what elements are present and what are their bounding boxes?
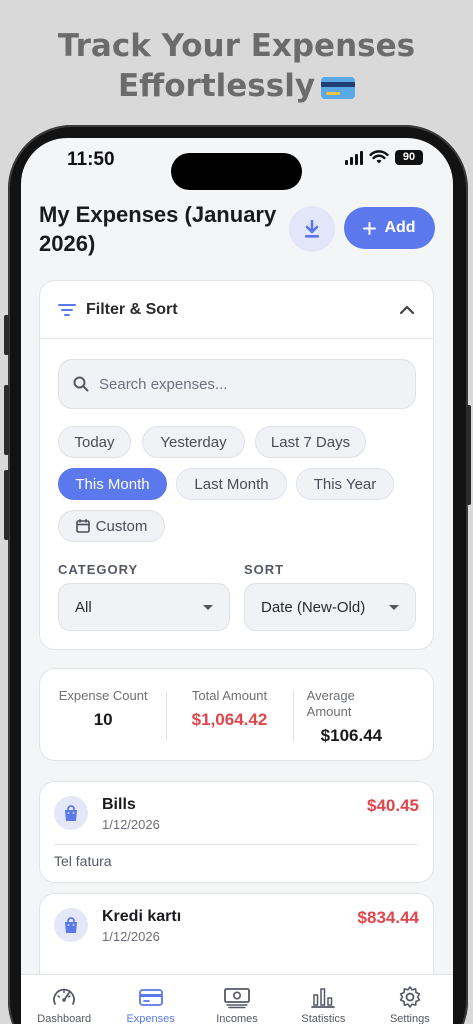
gear-icon [399, 986, 421, 1008]
tab-dashboard-label: Dashboard [37, 1013, 92, 1024]
gauge-icon [53, 988, 76, 1005]
page-title: My Expenses (January 2026) [39, 202, 277, 256]
add-expense-button[interactable]: Add [344, 207, 435, 249]
bottom-tab-bar: Dashboard Expenses Incomes Statistics Se… [21, 974, 453, 1024]
tab-statistics-label: Statistics [301, 1013, 346, 1024]
shopping-bag-icon [54, 796, 88, 830]
promo-headline: Track Your Expenses Effortlessly [0, 26, 473, 106]
expense-date: 1/12/2026 [102, 929, 160, 944]
battery-indicator: 90 [395, 150, 423, 165]
filter-sort-header[interactable]: Filter & Sort [40, 281, 433, 339]
chip-yesterday[interactable]: Yesterday [142, 426, 245, 458]
summary-stats: Expense Count 10 Total Amount $1,064.42 … [39, 668, 434, 761]
chip-custom-label: Custom [95, 517, 148, 535]
dropdown-caret-icon [203, 604, 213, 610]
chip-custom[interactable]: Custom [58, 510, 165, 542]
signal-icon [345, 150, 363, 165]
tab-expenses-label: Expenses [126, 1013, 175, 1024]
chip-this-year[interactable]: This Year [296, 468, 394, 500]
dynamic-island [171, 153, 302, 190]
chip-last-7-days[interactable]: Last 7 Days [255, 426, 366, 458]
stat-count-value: 10 [93, 710, 113, 729]
tab-statistics[interactable]: Statistics [280, 975, 366, 1024]
credit-card-icon [138, 989, 163, 1006]
expense-note: Tel fatura [54, 853, 112, 869]
tab-incomes[interactable]: Incomes [194, 975, 280, 1024]
stat-total-amount: Total Amount $1,064.42 [166, 669, 292, 760]
phone-volume-up-button [4, 385, 9, 455]
expense-amount: $834.44 [357, 908, 419, 927]
tab-settings[interactable]: Settings [367, 975, 453, 1024]
expense-date: 1/12/2026 [102, 817, 160, 832]
phone-side-button [4, 315, 9, 355]
stat-total-value: $1,064.42 [191, 710, 268, 729]
chip-today[interactable]: Today [58, 426, 131, 458]
app-screen: 11:50 90 My Expenses (January 2026) Add … [21, 138, 453, 1024]
promo-line-1: Track Your Expenses [57, 28, 416, 64]
tab-expenses[interactable]: Expenses [107, 975, 193, 1024]
tab-settings-label: Settings [389, 1013, 430, 1024]
stat-count-label: Expense Count [58, 688, 148, 703]
shopping-bag-icon [54, 908, 88, 942]
tab-dashboard[interactable]: Dashboard [21, 975, 107, 1024]
sort-label: SORT [244, 562, 285, 577]
stat-average-amount: Average Amount $106.44 [292, 669, 433, 760]
chip-this-month[interactable]: This Month [58, 468, 167, 500]
category-select[interactable]: All [58, 583, 230, 631]
stat-total-label: Total Amount [191, 688, 268, 703]
expense-item[interactable]: Bills 1/12/2026 $40.45 Tel fatura [39, 781, 434, 883]
phone-power-button [466, 405, 471, 505]
status-time: 11:50 [67, 149, 115, 170]
expense-divider [54, 844, 419, 845]
filter-sort-title: Filter & Sort [86, 300, 178, 318]
expense-name: Bills [102, 796, 136, 813]
phone-volume-down-button [4, 470, 9, 540]
search-input[interactable] [99, 375, 399, 393]
search-icon [73, 376, 89, 392]
category-label: CATEGORY [58, 562, 139, 577]
page-header: My Expenses (January 2026) Add [39, 200, 435, 260]
status-bar: 11:50 90 [21, 138, 453, 190]
calendar-icon [75, 519, 90, 533]
download-icon [305, 219, 319, 238]
tab-incomes-label: Incomes [216, 1013, 258, 1024]
credit-card-emoji-icon [321, 76, 356, 99]
bar-chart-icon [311, 988, 336, 1008]
chip-last-month[interactable]: Last Month [176, 468, 287, 500]
plus-icon [363, 221, 377, 235]
download-button[interactable] [289, 206, 335, 252]
chevron-up-icon[interactable] [399, 305, 415, 315]
add-button-label: Add [384, 219, 416, 236]
dropdown-caret-icon [389, 604, 399, 610]
stat-avg-value: $106.44 [320, 726, 383, 745]
filter-sort-panel: Filter & Sort Today Yesterday Last 7 Day… [39, 280, 434, 650]
expense-name: Kredi kartı [102, 908, 182, 925]
wifi-icon [369, 150, 389, 164]
search-box[interactable] [58, 359, 416, 409]
promo-line-2: Effortlessly [117, 68, 316, 104]
sort-select[interactable]: Date (New-Old) [244, 583, 416, 631]
sort-select-value: Date (New-Old) [261, 598, 366, 616]
expense-amount: $40.45 [367, 796, 419, 815]
category-select-value: All [75, 598, 92, 616]
cash-icon [224, 988, 250, 1009]
filter-icon [58, 303, 76, 316]
stat-expense-count: Expense Count 10 [40, 669, 166, 760]
stat-avg-label: Average Amount [306, 688, 355, 719]
